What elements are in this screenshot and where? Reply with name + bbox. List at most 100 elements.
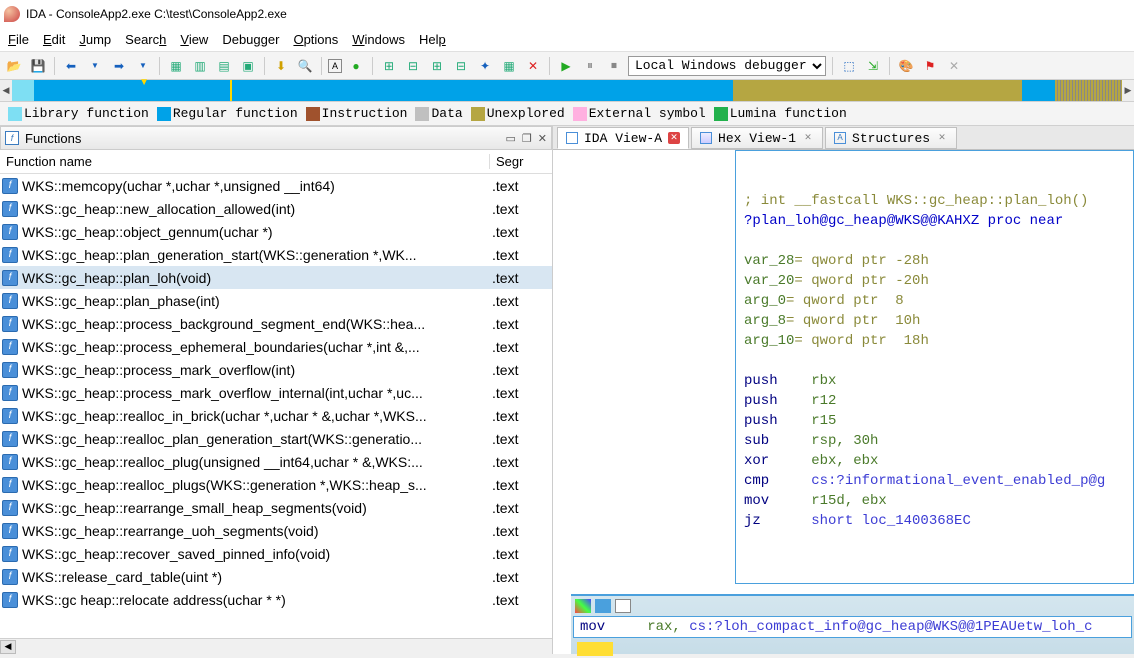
forward-dropdown-icon[interactable]: ▼ (133, 56, 153, 76)
flag-icon[interactable]: ⚑ (920, 56, 940, 76)
struct3-icon[interactable]: ⊞ (427, 56, 447, 76)
function-row[interactable]: fWKS::gc_heap::realloc_in_brick(uchar *,… (0, 404, 552, 427)
back-icon[interactable]: ⬅ (61, 56, 81, 76)
down-arrow-icon[interactable]: ⬇ (271, 56, 291, 76)
menu-search[interactable]: Search (125, 32, 166, 47)
menu-view[interactable]: View (180, 32, 208, 47)
run-icon[interactable]: ▶ (556, 56, 576, 76)
forward-icon[interactable]: ➡ (109, 56, 129, 76)
hscrollbar[interactable]: ◀ (0, 638, 552, 654)
functions-columns[interactable]: Function name Segr (0, 150, 552, 174)
col-segment[interactable]: Segr (490, 154, 523, 169)
function-name: WKS::gc heap::relocate address(uchar * *… (22, 592, 484, 608)
blank-mini-icon[interactable] (615, 599, 631, 613)
menu-options[interactable]: Options (293, 32, 338, 47)
graph-overview[interactable]: mov rax, cs:?loh_compact_info@gc_heap@WK… (571, 594, 1134, 654)
function-row[interactable]: fWKS::gc_heap::process_background_segmen… (0, 312, 552, 335)
tool-a-icon[interactable]: ⬚ (839, 56, 859, 76)
function-name: WKS::gc_heap::plan_loh(void) (22, 270, 484, 286)
function-row[interactable]: fWKS::gc_heap::process_mark_overflow(int… (0, 358, 552, 381)
function-name: WKS::gc_heap::object_gennum(uchar *) (22, 224, 484, 240)
scroll-left-icon[interactable]: ◀ (0, 640, 16, 654)
close-tab-icon[interactable]: ✕ (936, 132, 948, 144)
tab-ida-view[interactable]: IDA View-A ✕ (557, 127, 689, 149)
tab-structures[interactable]: A Structures ✕ (825, 127, 957, 149)
function-row[interactable]: fWKS::release_card_table(uint *).text (0, 565, 552, 588)
debugger-select[interactable]: Local Windows debugger (628, 56, 826, 76)
pane-close-icon[interactable]: ✕ (538, 132, 547, 145)
function-row[interactable]: fWKS::gc_heap::new_allocation_allowed(in… (0, 197, 552, 220)
function-segment: .text (484, 270, 518, 286)
struct4-icon[interactable]: ⊟ (451, 56, 471, 76)
menu-help[interactable]: Help (419, 32, 446, 47)
struct2-icon[interactable]: ⊟ (403, 56, 423, 76)
struct1-icon[interactable]: ⊞ (379, 56, 399, 76)
highlight-mark (577, 642, 613, 656)
circle-icon[interactable]: ● (346, 56, 366, 76)
function-row[interactable]: fWKS::gc_heap::rearrange_small_heap_segm… (0, 496, 552, 519)
function-row[interactable]: fWKS::gc_heap::rearrange_uoh_segments(vo… (0, 519, 552, 542)
navigation-band[interactable]: ◀ ▼ ▶ (0, 80, 1134, 102)
function-name: WKS::gc_heap::plan_generation_start(WKS:… (22, 247, 484, 263)
function-row[interactable]: fWKS::gc_heap::realloc_plan_generation_s… (0, 427, 552, 450)
function-row[interactable]: fWKS::gc_heap::realloc_plug(unsigned __i… (0, 450, 552, 473)
menu-file[interactable]: File (8, 32, 29, 47)
function-segment: .text (484, 201, 518, 217)
delete-icon[interactable]: ✕ (523, 56, 543, 76)
function-row[interactable]: fWKS::memcopy(uchar *,uchar *,unsigned _… (0, 174, 552, 197)
menu-windows[interactable]: Windows (352, 32, 405, 47)
nav-right-arrow[interactable]: ▶ (1122, 80, 1134, 101)
disasm-area[interactable]: ; int __fastcall WKS::gc_heap::plan_loh(… (553, 150, 1134, 654)
tool-b-icon[interactable]: ⇲ (863, 56, 883, 76)
text-icon[interactable]: A (328, 59, 342, 73)
tool3-icon[interactable]: ▤ (214, 56, 234, 76)
function-row[interactable]: fWKS::gc_heap::object_gennum(uchar *).te… (0, 220, 552, 243)
col-function-name[interactable]: Function name (0, 154, 490, 169)
view-mini-icon[interactable] (595, 599, 611, 613)
menu-jump[interactable]: Jump (79, 32, 111, 47)
pane-max-icon[interactable]: ❐ (522, 132, 532, 145)
back-dropdown-icon[interactable]: ▼ (85, 56, 105, 76)
function-row[interactable]: fWKS::gc_heap::process_ephemeral_boundar… (0, 335, 552, 358)
close-tab-icon[interactable]: ✕ (802, 132, 814, 144)
grid-icon[interactable]: ▦ (499, 56, 519, 76)
function-name: WKS::gc_heap::realloc_plan_generation_st… (22, 431, 484, 447)
menu-edit[interactable]: Edit (43, 32, 65, 47)
function-name: WKS::gc_heap::recover_saved_pinned_info(… (22, 546, 484, 562)
function-icon: f (2, 270, 18, 286)
disasm-box[interactable]: ; int __fastcall WKS::gc_heap::plan_loh(… (735, 150, 1134, 584)
pane-menu-icon[interactable]: ▭ (506, 132, 516, 145)
function-row[interactable]: fWKS::gc_heap::plan_loh(void).text (0, 266, 552, 289)
function-row[interactable]: fWKS::gc_heap::plan_generation_start(WKS… (0, 243, 552, 266)
nav-left-arrow[interactable]: ◀ (0, 80, 12, 101)
xtool-icon[interactable]: ✕ (944, 56, 964, 76)
function-row[interactable]: fWKS::gc_heap::recover_saved_pinned_info… (0, 542, 552, 565)
tool4-icon[interactable]: ▣ (238, 56, 258, 76)
palette-mini-icon[interactable] (575, 599, 591, 613)
save-icon[interactable]: 💾 (28, 56, 48, 76)
tool2-icon[interactable]: ▥ (190, 56, 210, 76)
functions-list[interactable]: fWKS::memcopy(uchar *,uchar *,unsigned _… (0, 174, 552, 638)
tab-strip: IDA View-A ✕ Hex View-1 ✕ A Structures ✕ (553, 126, 1134, 150)
stop-icon[interactable]: ⏹ (604, 56, 624, 76)
function-row[interactable]: fWKS::gc_heap::realloc_plugs(WKS::genera… (0, 473, 552, 496)
open-icon[interactable]: 📂 (4, 56, 24, 76)
tool1-icon[interactable]: ▦ (166, 56, 186, 76)
function-icon: f (2, 293, 18, 309)
menu-debugger[interactable]: Debugger (222, 32, 279, 47)
function-row[interactable]: fWKS::gc heap::relocate address(uchar * … (0, 588, 552, 611)
function-row[interactable]: fWKS::gc_heap::plan_phase(int).text (0, 289, 552, 312)
pause-icon[interactable]: ⏸ (580, 56, 600, 76)
palette-icon[interactable]: 🎨 (896, 56, 916, 76)
star-icon[interactable]: ✦ (475, 56, 495, 76)
close-tab-icon[interactable]: ✕ (668, 132, 680, 144)
function-row[interactable]: fWKS::gc_heap::process_mark_overflow_int… (0, 381, 552, 404)
tab-hex-view[interactable]: Hex View-1 ✕ (691, 127, 823, 149)
function-icon: f (2, 201, 18, 217)
function-name: WKS::gc_heap::process_mark_overflow(int) (22, 362, 484, 378)
function-icon: f (2, 178, 18, 194)
function-segment: .text (484, 362, 518, 378)
nav-strip[interactable]: ▼ (12, 80, 1122, 101)
legend-bar: Library function Regular function Instru… (0, 102, 1134, 126)
search-icon[interactable]: 🔍 (295, 56, 315, 76)
